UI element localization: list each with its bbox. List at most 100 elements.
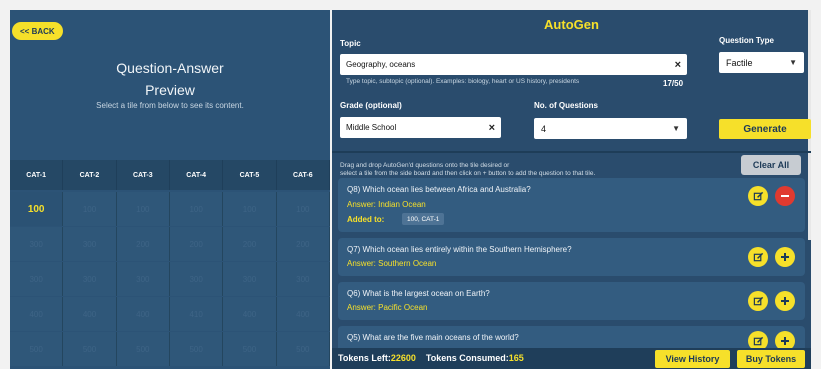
question-text: Q8) Which ocean lies between Africa and …: [347, 185, 531, 194]
app-frame: << BACK Question-Answer Preview Select a…: [10, 10, 811, 369]
added-to-tag[interactable]: 100, CAT-1: [402, 213, 445, 225]
game-board: CAT-1 CAT-2 CAT-3 CAT-4 CAT-5 CAT-6 100 …: [10, 160, 330, 369]
token-summary: Tokens Left:22600 Tokens Consumed:165: [338, 353, 524, 363]
num-questions-select[interactable]: 4 ▼: [534, 118, 687, 139]
clear-all-button[interactable]: Clear All: [741, 155, 801, 175]
minus-icon[interactable]: [775, 186, 795, 206]
question-answer: Answer: Indian Ocean: [347, 200, 426, 209]
num-questions-value: 4: [541, 123, 547, 134]
question-text: Q7) Which ocean lies entirely within the…: [347, 245, 572, 254]
drag-hint: Drag and drop AutoGen'd questions onto t…: [340, 162, 700, 178]
board-tile[interactable]: 300: [10, 262, 64, 296]
question-card[interactable]: Q7) Which ocean lies entirely within the…: [338, 238, 805, 276]
category-header[interactable]: CAT-6: [277, 160, 330, 190]
back-button[interactable]: << BACK: [12, 22, 63, 40]
board-tile[interactable]: 410: [169, 297, 224, 331]
question-type-select[interactable]: Factile ▼: [719, 52, 804, 73]
tokens-consumed-value: 165: [508, 353, 524, 363]
board-tile[interactable]: 500: [10, 332, 64, 366]
board-tile[interactable]: 100: [10, 192, 64, 226]
board-tile[interactable]: 400: [10, 297, 64, 331]
board-tile[interactable]: 100: [63, 192, 117, 226]
tile-grid: 100 100 100 100 100 100 300 300 200 200 …: [10, 192, 330, 367]
view-history-button[interactable]: View History: [655, 350, 730, 368]
board-tile[interactable]: 300: [10, 227, 64, 261]
preview-title-line2: Preview: [145, 82, 195, 98]
preview-title-line1: Question-Answer: [116, 60, 224, 76]
board-tile[interactable]: 500: [116, 332, 170, 366]
board-tile[interactable]: 500: [223, 332, 277, 366]
tile-row: 300 300 200 200 200 200: [10, 227, 330, 261]
tile-row: 500 500 500 500 500 500: [10, 332, 330, 366]
autogen-panel: AutoGen Topic Geography, oceans × Type t…: [332, 10, 811, 369]
grade-label: Grade (optional): [340, 101, 402, 110]
chevron-down-icon: ▼: [789, 58, 797, 67]
question-card[interactable]: Q5) What are the five main oceans of the…: [338, 326, 805, 348]
category-header[interactable]: CAT-2: [63, 160, 117, 190]
board-tile[interactable]: 500: [169, 332, 224, 366]
board-tile[interactable]: 100: [276, 192, 330, 226]
plus-icon[interactable]: [775, 291, 795, 311]
edit-icon[interactable]: [748, 186, 768, 206]
chevron-down-icon: ▼: [672, 124, 680, 133]
autogen-title: AutoGen: [544, 17, 599, 32]
divider: [332, 151, 811, 153]
tokens-consumed-label: Tokens Consumed:: [425, 353, 509, 363]
close-icon[interactable]: ×: [489, 122, 495, 134]
category-header-row: CAT-1 CAT-2 CAT-3 CAT-4 CAT-5 CAT-6: [10, 160, 330, 190]
question-list: Q8) Which ocean lies between Africa and …: [332, 178, 811, 348]
board-tile[interactable]: 300: [169, 262, 224, 296]
edit-icon[interactable]: [748, 247, 768, 267]
board-tile[interactable]: 400: [276, 297, 330, 331]
drag-hint-line2: select a tile from the side board and th…: [340, 170, 596, 177]
generate-button[interactable]: Generate: [719, 119, 811, 139]
added-to-label: Added to:: [347, 215, 385, 224]
category-header[interactable]: CAT-3: [117, 160, 170, 190]
edit-icon[interactable]: [748, 291, 768, 311]
topic-char-count: 17/50: [663, 79, 684, 88]
topic-label: Topic: [340, 39, 361, 48]
tile-row: 100 100 100 100 100 100: [10, 192, 330, 226]
board-tile[interactable]: 200: [116, 227, 170, 261]
plus-icon[interactable]: [775, 247, 795, 267]
question-type-label: Question Type: [719, 36, 774, 45]
board-tile[interactable]: 200: [276, 227, 330, 261]
token-footer: Tokens Left:22600 Tokens Consumed:165 Vi…: [332, 348, 811, 369]
topic-hint: Type topic, subtopic (optional). Example…: [346, 78, 580, 85]
question-text: Q5) What are the five main oceans of the…: [347, 333, 519, 342]
board-tile[interactable]: 400: [116, 297, 170, 331]
board-tile[interactable]: 400: [63, 297, 117, 331]
board-tile[interactable]: 400: [223, 297, 277, 331]
preview-subtitle: Select a tile from below to see its cont…: [96, 101, 244, 110]
edit-icon[interactable]: [748, 331, 768, 348]
board-tile[interactable]: 300: [223, 262, 277, 296]
question-type-value: Factile: [726, 57, 753, 68]
question-card[interactable]: Q8) Which ocean lies between Africa and …: [338, 178, 805, 232]
plus-icon[interactable]: [775, 331, 795, 348]
topic-input[interactable]: Geography, oceans ×: [340, 54, 687, 75]
question-answer: Answer: Pacific Ocean: [347, 303, 428, 312]
board-tile[interactable]: 300: [63, 262, 117, 296]
board-tile[interactable]: 300: [63, 227, 117, 261]
category-header[interactable]: CAT-1: [10, 160, 64, 190]
board-tile[interactable]: 100: [169, 192, 224, 226]
buy-tokens-button[interactable]: Buy Tokens: [737, 350, 805, 368]
grade-input[interactable]: Middle School ×: [340, 117, 501, 138]
board-tile[interactable]: 500: [63, 332, 117, 366]
board-tile[interactable]: 200: [169, 227, 224, 261]
drag-hint-line1: Drag and drop AutoGen'd questions onto t…: [340, 162, 510, 169]
close-icon[interactable]: ×: [675, 59, 681, 71]
tile-row: 400 400 400 410 400 400: [10, 297, 330, 331]
board-tile[interactable]: 300: [276, 262, 330, 296]
category-header[interactable]: CAT-4: [170, 160, 224, 190]
category-header[interactable]: CAT-5: [223, 160, 277, 190]
board-tile[interactable]: 500: [276, 332, 330, 366]
question-card[interactable]: Q6) What is the largest ocean on Earth? …: [338, 282, 805, 320]
board-tile[interactable]: 100: [116, 192, 170, 226]
board-tile[interactable]: 200: [223, 227, 277, 261]
tokens-left-label: Tokens Left:: [338, 353, 391, 363]
board-tile[interactable]: 100: [223, 192, 277, 226]
board-tile[interactable]: 300: [116, 262, 170, 296]
question-answer: Answer: Southern Ocean: [347, 259, 437, 268]
tile-row: 300 300 300 300 300 300: [10, 262, 330, 296]
